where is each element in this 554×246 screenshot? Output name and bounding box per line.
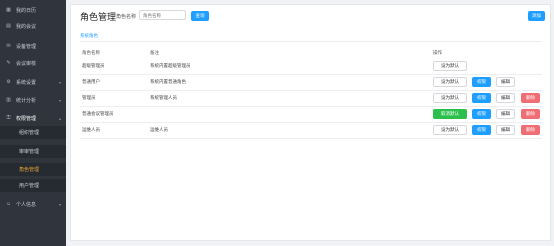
add-button[interactable]: 添加 xyxy=(528,11,545,21)
delete-button[interactable]: 删除 xyxy=(521,125,540,135)
delete-button[interactable]: 删除 xyxy=(521,109,540,119)
permission-button[interactable]: 权限 xyxy=(472,109,491,119)
sidebar-item-label: 权限管理 xyxy=(16,115,37,122)
column-header-name: 角色名称 xyxy=(82,50,100,55)
role-name-label: 角色名称 xyxy=(116,14,137,20)
chevron-up-icon: ▴ xyxy=(58,115,61,121)
search-button[interactable]: 查询 xyxy=(191,11,209,21)
lock-icon: ⚿ xyxy=(6,115,11,121)
gear-icon: ⚙ xyxy=(6,79,11,85)
sidebar-subitem-roles[interactable]: 角色管理 xyxy=(0,163,66,176)
column-header-remark: 备注 xyxy=(150,50,159,55)
sidebar-item-label: 个人信息 xyxy=(16,201,37,208)
permission-button[interactable]: 权限 xyxy=(472,77,491,87)
audit-icon: ✎ xyxy=(6,60,11,66)
sidebar-subitem-label: 审审管理 xyxy=(19,149,40,155)
set-default-button[interactable]: 设为默认 xyxy=(433,125,467,135)
role-remark-cell: 系统管理人员 xyxy=(150,95,177,100)
sidebar-item-devices[interactable]: ✉ 设备管理 xyxy=(0,39,66,53)
sidebar-subitem-approval[interactable]: 审审管理 xyxy=(0,145,66,158)
sidebar-item-permissions[interactable]: ⚿ 权限管理 ▴ xyxy=(0,111,66,125)
sidebar-item-calendar[interactable]: ▦ 我的日历 xyxy=(0,3,66,17)
user-icon: ☺ xyxy=(5,201,12,207)
sidebar-item-label: 我的会议 xyxy=(16,23,37,30)
device-icon: ✉ xyxy=(6,43,11,49)
role-remark-cell: 系统内置普通角色 xyxy=(150,79,186,84)
sidebar-item-label: 统计分析 xyxy=(16,97,37,104)
chart-icon: ▥ xyxy=(6,97,11,103)
set-default-button[interactable]: 设为默认 xyxy=(433,93,467,103)
meeting-icon: ▤ xyxy=(6,23,11,29)
sidebar-subitem-users[interactable]: 用户管理 xyxy=(0,179,66,192)
permission-button[interactable]: 权限 xyxy=(472,93,491,103)
role-remark-cell: 系统内置超级管理员 xyxy=(150,63,191,68)
sidebar-subitem-label: 角色管理 xyxy=(19,167,40,173)
tab-divider xyxy=(80,41,542,42)
table-row: 普通会议管理员 取消默认 权限 编辑 删除 xyxy=(80,107,542,123)
page-title: 角色管理 xyxy=(80,12,117,22)
edit-button[interactable]: 编辑 xyxy=(496,109,515,119)
sidebar-item-label: 系统设置 xyxy=(16,79,37,86)
content-card: 角色管理 角色名称 查询 添加 系统角色 角色名称 备注 操作 超级管理员 系统… xyxy=(70,4,551,241)
chevron-down-icon: ▾ xyxy=(58,97,61,103)
role-name-cell: 普通会议管理员 xyxy=(82,111,114,116)
set-default-button[interactable]: 设为默认 xyxy=(433,77,467,87)
sidebar-item-audit[interactable]: ✎ 会议审核 xyxy=(0,56,66,70)
table-row: 普通用户 系统内置普通角色 设为默认 权限 编辑 xyxy=(80,75,542,91)
sidebar-item-statistics[interactable]: ▥ 统计分析 ▾ xyxy=(0,93,66,107)
table-row: 运维人员 运维人员 设为默认 权限 编辑 删除 xyxy=(80,123,542,139)
sidebar-item-label: 设备管理 xyxy=(16,43,37,50)
role-remark-cell: 运维人员 xyxy=(150,127,168,132)
sidebar-item-label: 会议审核 xyxy=(16,60,37,67)
table-row: 管理员 系统管理人员 设为默认 权限 编辑 删除 xyxy=(80,91,542,107)
sidebar-item-label: 我的日历 xyxy=(16,7,37,14)
sidebar-item-meetings[interactable]: ▤ 我的会议 xyxy=(0,19,66,33)
calendar-icon: ▦ xyxy=(6,7,11,13)
chevron-down-icon: ▾ xyxy=(58,201,61,207)
sidebar-subitem-label: 组织管理 xyxy=(19,130,40,136)
main-area: 角色管理 角色名称 查询 添加 系统角色 角色名称 备注 操作 超级管理员 系统… xyxy=(66,0,554,246)
role-name-cell: 超级管理员 xyxy=(82,63,105,68)
delete-button[interactable]: 删除 xyxy=(521,93,540,103)
role-name-cell: 管理员 xyxy=(82,95,96,100)
chevron-down-icon: ▾ xyxy=(58,79,61,85)
edit-button[interactable]: 编辑 xyxy=(496,77,515,87)
sidebar-item-profile[interactable]: ☺ 个人信息 ▾ xyxy=(0,197,66,211)
role-name-cell: 普通用户 xyxy=(82,79,100,84)
sidebar-subitem-org[interactable]: 组织管理 xyxy=(0,126,66,139)
role-name-cell: 运维人员 xyxy=(82,127,100,132)
cancel-default-button[interactable]: 取消默认 xyxy=(433,109,467,119)
sidebar-subitem-label: 用户管理 xyxy=(19,183,40,189)
sidebar-item-settings[interactable]: ⚙ 系统设置 ▾ xyxy=(0,75,66,89)
edit-button[interactable]: 编辑 xyxy=(496,125,515,135)
permission-button[interactable]: 权限 xyxy=(472,125,491,135)
edit-button[interactable]: 编辑 xyxy=(496,93,515,103)
column-header-actions: 操作 xyxy=(433,50,442,55)
set-default-button[interactable]: 设为默认 xyxy=(433,61,467,71)
role-name-input[interactable] xyxy=(139,10,186,20)
sidebar: ▦ 我的日历 ▤ 我的会议 ✉ 设备管理 ✎ 会议审核 ⚙ 系统设置 ▾ ▥ 统… xyxy=(0,0,66,246)
table-row: 超级管理员 系统内置超级管理员 设为默认 xyxy=(80,59,542,75)
